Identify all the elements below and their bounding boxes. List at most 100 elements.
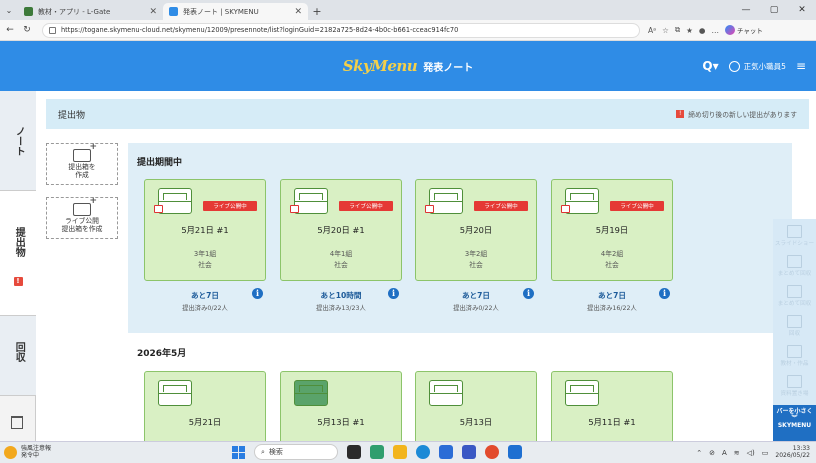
toolbar-item[interactable]: まとめて回収 [773, 255, 816, 277]
refresh-icon[interactable]: ↻ [20, 25, 34, 35]
windows-taskbar: 強風注意報 発令中 ⌕ 検索 ⌃ ⊘ A ≋ ◁) ▭ 13:33 2026/0… [0, 441, 816, 463]
submission-box-card[interactable]: ライブ公開中 5月21日 #1 3年1組 社会 [144, 179, 266, 281]
trash-icon[interactable] [11, 416, 23, 429]
network-icon[interactable]: ⊘ [709, 449, 715, 457]
card-date: 5月21日 #1 [181, 225, 229, 235]
submission-box-card[interactable]: 5月21日 [144, 371, 266, 441]
card-date: 5月20日 [459, 225, 493, 235]
favorites-icon[interactable]: ★ [686, 26, 693, 35]
card-date: 5月21日 [188, 417, 222, 427]
split-screen-icon[interactable]: ⧉ [675, 25, 680, 35]
toolbar-item[interactable]: まとめて回収 [773, 285, 816, 307]
store-icon[interactable] [439, 445, 453, 459]
word-icon[interactable] [508, 445, 522, 459]
wifi-icon[interactable]: ≋ [734, 449, 740, 457]
submissions-header: 提出物 ! 締め切り後の新しい提出があります [46, 99, 809, 129]
browser-tab-skymenu[interactable]: 発表ノート | SKYMENU ✕ [163, 3, 308, 20]
lgate-favicon-icon [24, 7, 33, 16]
taskbar-search[interactable]: ⌕ 検索 [254, 444, 338, 460]
toolbar-icon [787, 225, 802, 238]
copilot-chat-button[interactable]: チャット [724, 25, 763, 35]
task-view-icon[interactable] [347, 445, 361, 459]
weather-widget[interactable]: 強風注意報 発令中 [4, 445, 51, 459]
submission-box-card[interactable]: ライブ公開中 5月20日 #1 4年1組 社会 [280, 179, 402, 281]
shrink-bar-button[interactable]: バーを小さく ︾ SKYMENU [773, 405, 816, 441]
card-subject: 社会 [605, 261, 619, 269]
url-field[interactable]: https://togane.skymenu-cloud.net/skymenu… [42, 22, 640, 38]
edge-icon[interactable] [416, 445, 430, 459]
tab-list-chevron-icon[interactable]: ⌄ [0, 0, 18, 20]
search-icon[interactable]: Q▾ [702, 59, 718, 73]
info-icon[interactable]: i [252, 288, 263, 299]
windows-start-icon[interactable] [232, 445, 245, 459]
more-icon[interactable]: … [711, 26, 719, 35]
submission-box-card[interactable]: ライブ公開中 5月19日 4年2組 社会 [551, 179, 673, 281]
widgets-icon[interactable] [370, 445, 384, 459]
submission-count: 提出済み13/23人 [316, 305, 366, 312]
clock[interactable]: 13:33 2026/05/22 [775, 445, 810, 460]
chat-label: チャット [736, 27, 763, 35]
card-class: 4年2組 [600, 250, 624, 258]
menu-icon[interactable]: ≡ [796, 59, 806, 73]
card-status: あと7日 提出済み16/22人 [551, 290, 673, 312]
submission-box-card[interactable]: ライブ公開中 5月20日 3年2組 社会 [415, 179, 537, 281]
volume-icon[interactable]: ◁) [747, 449, 755, 457]
app-icon[interactable] [462, 445, 476, 459]
skymenu-logo: SkyMenu [342, 57, 418, 75]
toolbar-item[interactable]: 資料置き場 [773, 375, 816, 397]
toolbar-item[interactable]: 教材・作品 [773, 345, 816, 367]
tray-chevron-icon[interactable]: ⌃ [696, 449, 702, 457]
live-badge: ライブ公開中 [610, 201, 664, 211]
tab-title: 発表ノート | SKYMENU [183, 7, 259, 16]
live-record-icon [561, 205, 570, 213]
add-live-tray-icon [73, 197, 97, 217]
submission-count: 提出済み0/22人 [453, 305, 499, 312]
live-badge: ライブ公開中 [203, 201, 257, 211]
submission-tray-icon [429, 380, 463, 406]
new-tab-button[interactable]: + [308, 3, 326, 20]
info-icon[interactable]: i [388, 288, 399, 299]
close-window-button[interactable]: ✕ [788, 5, 816, 15]
submission-box-card[interactable]: 5月13日 [415, 371, 537, 441]
file-explorer-icon[interactable] [393, 445, 407, 459]
sidebar-collect-label: 回収 [13, 342, 25, 362]
chrome-icon[interactable] [485, 445, 499, 459]
card-status: あと7日 提出済み0/22人 [144, 290, 266, 312]
back-arrow-icon[interactable]: ← [3, 25, 17, 35]
sidebar-submissions-label: 提出物 [13, 227, 25, 257]
card-class: 4年1組 [329, 250, 353, 258]
toolbar-item[interactable]: 回収 [773, 315, 816, 337]
browser-tab-lgate[interactable]: 教材・アプリ - L-Gate ✕ [18, 3, 163, 20]
month-section-title: 2026年5月 [137, 349, 187, 359]
live-record-icon [154, 205, 163, 213]
battery-icon[interactable]: ▭ [762, 449, 769, 457]
favorite-star-icon[interactable]: ☆ [662, 26, 669, 35]
create-box-button[interactable]: 提出箱を 作成 [46, 143, 118, 185]
read-aloud-icon[interactable]: Aᵃ [648, 26, 656, 35]
sidebar-item-note[interactable]: ノート [0, 91, 36, 191]
late-submission-notice[interactable]: ! 締め切り後の新しい提出があります [676, 109, 797, 119]
clock-date: 2026/05/22 [775, 452, 810, 459]
create-live-box-button[interactable]: ライブ公開 提出箱を作成 [46, 197, 118, 239]
close-tab-icon[interactable]: ✕ [149, 7, 157, 17]
maximize-button[interactable]: ▢ [760, 5, 788, 15]
weather-sub: 発令中 [21, 451, 40, 459]
user-menu[interactable]: 正気小職員5 [728, 60, 786, 72]
submission-box-card[interactable]: 5月13日 #1 [280, 371, 402, 441]
alert-icon: ! [676, 110, 685, 118]
sidebar-item-submissions[interactable]: 提出物 ! [0, 191, 36, 316]
toolbar-icon [787, 285, 802, 298]
close-tab-icon[interactable]: ✕ [294, 7, 302, 17]
submission-count: 提出済み16/22人 [587, 305, 637, 312]
info-icon[interactable]: i [523, 288, 534, 299]
minimize-button[interactable]: — [732, 5, 760, 15]
ime-icon[interactable]: A [722, 449, 727, 457]
card-date: 5月13日 #1 [317, 417, 365, 427]
extensions-icon[interactable]: ● [699, 26, 706, 35]
submission-box-card[interactable]: 5月11日 #1 [551, 371, 673, 441]
info-icon[interactable]: i [659, 288, 670, 299]
toolbar-item[interactable]: スライドショー [773, 225, 816, 247]
submission-count: 提出済み0/22人 [182, 305, 228, 312]
sidebar-item-collect[interactable]: 回収 [0, 316, 36, 396]
submission-tray-icon [158, 380, 192, 406]
